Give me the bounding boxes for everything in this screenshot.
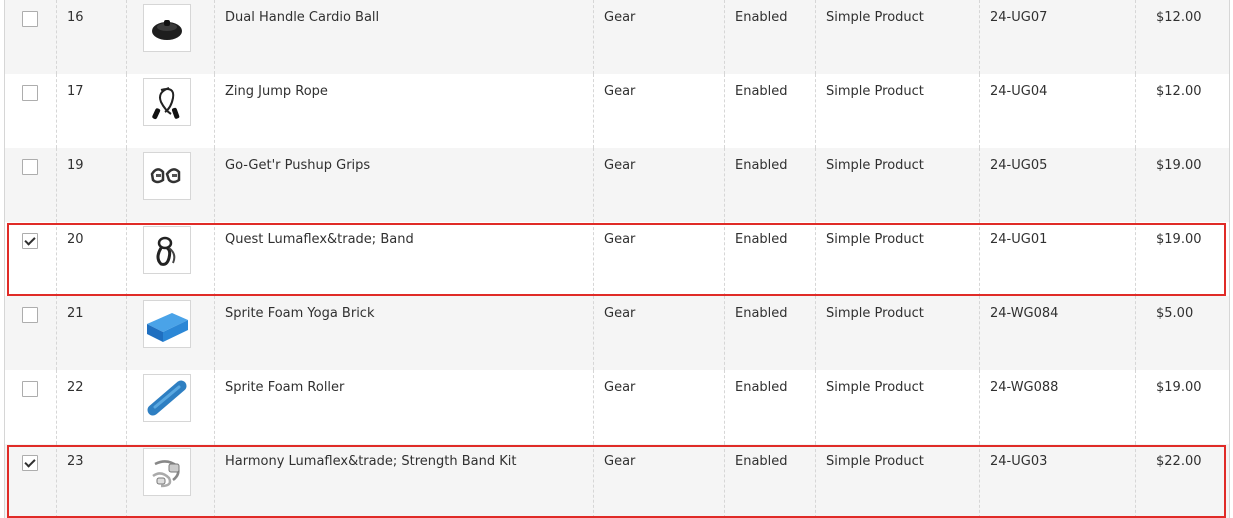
table-row[interactable]: 20 Quest Lumaflex&trade; Band Gear Enabl… bbox=[5, 222, 1229, 296]
product-type: Simple Product bbox=[816, 370, 980, 444]
table-row[interactable]: 21 Sprite Foam Yoga Brick Gear Enabled S… bbox=[5, 296, 1229, 370]
product-name: Go-Get'r Pushup Grips bbox=[215, 148, 594, 222]
pushup-grips-image[interactable] bbox=[143, 152, 191, 200]
table-row[interactable]: 16 Dual Handle Cardio Ball Gear Enabled … bbox=[5, 0, 1229, 74]
row-select-checkbox[interactable] bbox=[22, 233, 38, 249]
foam-roller-image[interactable] bbox=[143, 374, 191, 422]
product-price: $19.00 bbox=[1156, 232, 1202, 247]
product-type: Simple Product bbox=[816, 444, 980, 518]
product-price: $19.00 bbox=[1156, 380, 1202, 395]
row-select-checkbox[interactable] bbox=[22, 307, 38, 323]
strength-band-kit-image[interactable] bbox=[143, 448, 191, 496]
product-price: $5.00 bbox=[1156, 306, 1194, 321]
product-name: Dual Handle Cardio Ball bbox=[215, 0, 594, 74]
table-row[interactable]: 23 Harmony Lumaflex&trade; Strength Band… bbox=[5, 444, 1229, 518]
product-status: Enabled bbox=[725, 148, 816, 222]
product-price: $22.00 bbox=[1156, 454, 1202, 469]
product-id: 21 bbox=[57, 296, 127, 370]
product-sku: 24-WG088 bbox=[980, 370, 1136, 444]
attribute-set: Gear bbox=[594, 370, 725, 444]
product-type: Simple Product bbox=[816, 74, 980, 148]
row-select-checkbox[interactable] bbox=[22, 381, 38, 397]
product-type: Simple Product bbox=[816, 296, 980, 370]
attribute-set: Gear bbox=[594, 444, 725, 518]
product-sku: 24-UG04 bbox=[980, 74, 1136, 148]
product-sku: 24-UG01 bbox=[980, 222, 1136, 296]
product-id: 19 bbox=[57, 148, 127, 222]
product-name: Sprite Foam Roller bbox=[215, 370, 594, 444]
product-grid: 16 Dual Handle Cardio Ball Gear Enabled … bbox=[4, 0, 1230, 518]
product-status: Enabled bbox=[725, 222, 816, 296]
product-name: Zing Jump Rope bbox=[215, 74, 594, 148]
row-select-checkbox[interactable] bbox=[22, 85, 38, 101]
table-row[interactable]: 22 Sprite Foam Roller Gear Enabled Simpl… bbox=[5, 370, 1229, 444]
attribute-set: Gear bbox=[594, 148, 725, 222]
product-sku: 24-UG07 bbox=[980, 0, 1136, 74]
product-type: Simple Product bbox=[816, 222, 980, 296]
product-price: $19.00 bbox=[1156, 158, 1202, 173]
product-name: Harmony Lumaflex&trade; Strength Band Ki… bbox=[215, 444, 594, 518]
product-status: Enabled bbox=[725, 0, 816, 74]
product-price: $12.00 bbox=[1156, 10, 1202, 25]
product-sku: 24-UG03 bbox=[980, 444, 1136, 518]
jump-rope-image[interactable] bbox=[143, 78, 191, 126]
row-select-checkbox[interactable] bbox=[22, 159, 38, 175]
product-status: Enabled bbox=[725, 444, 816, 518]
product-status: Enabled bbox=[725, 74, 816, 148]
product-name: Quest Lumaflex&trade; Band bbox=[215, 222, 594, 296]
attribute-set: Gear bbox=[594, 222, 725, 296]
product-sku: 24-WG084 bbox=[980, 296, 1136, 370]
table-row[interactable]: 17 Zing Jump Rope Gear Enabled Simple Pr… bbox=[5, 74, 1229, 148]
product-id: 16 bbox=[57, 0, 127, 74]
yoga-brick-image[interactable] bbox=[143, 300, 191, 348]
attribute-set: Gear bbox=[594, 74, 725, 148]
table-row[interactable]: 19 Go-Get'r Pushup Grips Gear Enabled Si… bbox=[5, 148, 1229, 222]
attribute-set: Gear bbox=[594, 296, 725, 370]
product-sku: 24-UG05 bbox=[980, 148, 1136, 222]
product-id: 23 bbox=[57, 444, 127, 518]
attribute-set: Gear bbox=[594, 0, 725, 74]
product-id: 20 bbox=[57, 222, 127, 296]
row-select-checkbox[interactable] bbox=[22, 11, 38, 27]
product-price: $12.00 bbox=[1156, 84, 1202, 99]
product-type: Simple Product bbox=[816, 0, 980, 74]
product-id: 22 bbox=[57, 370, 127, 444]
product-name: Sprite Foam Yoga Brick bbox=[215, 296, 594, 370]
product-status: Enabled bbox=[725, 296, 816, 370]
cardio-ball-image[interactable] bbox=[143, 4, 191, 52]
lumaflex-band-image[interactable] bbox=[143, 226, 191, 274]
product-status: Enabled bbox=[725, 370, 816, 444]
product-id: 17 bbox=[57, 74, 127, 148]
product-type: Simple Product bbox=[816, 148, 980, 222]
row-select-checkbox[interactable] bbox=[22, 455, 38, 471]
